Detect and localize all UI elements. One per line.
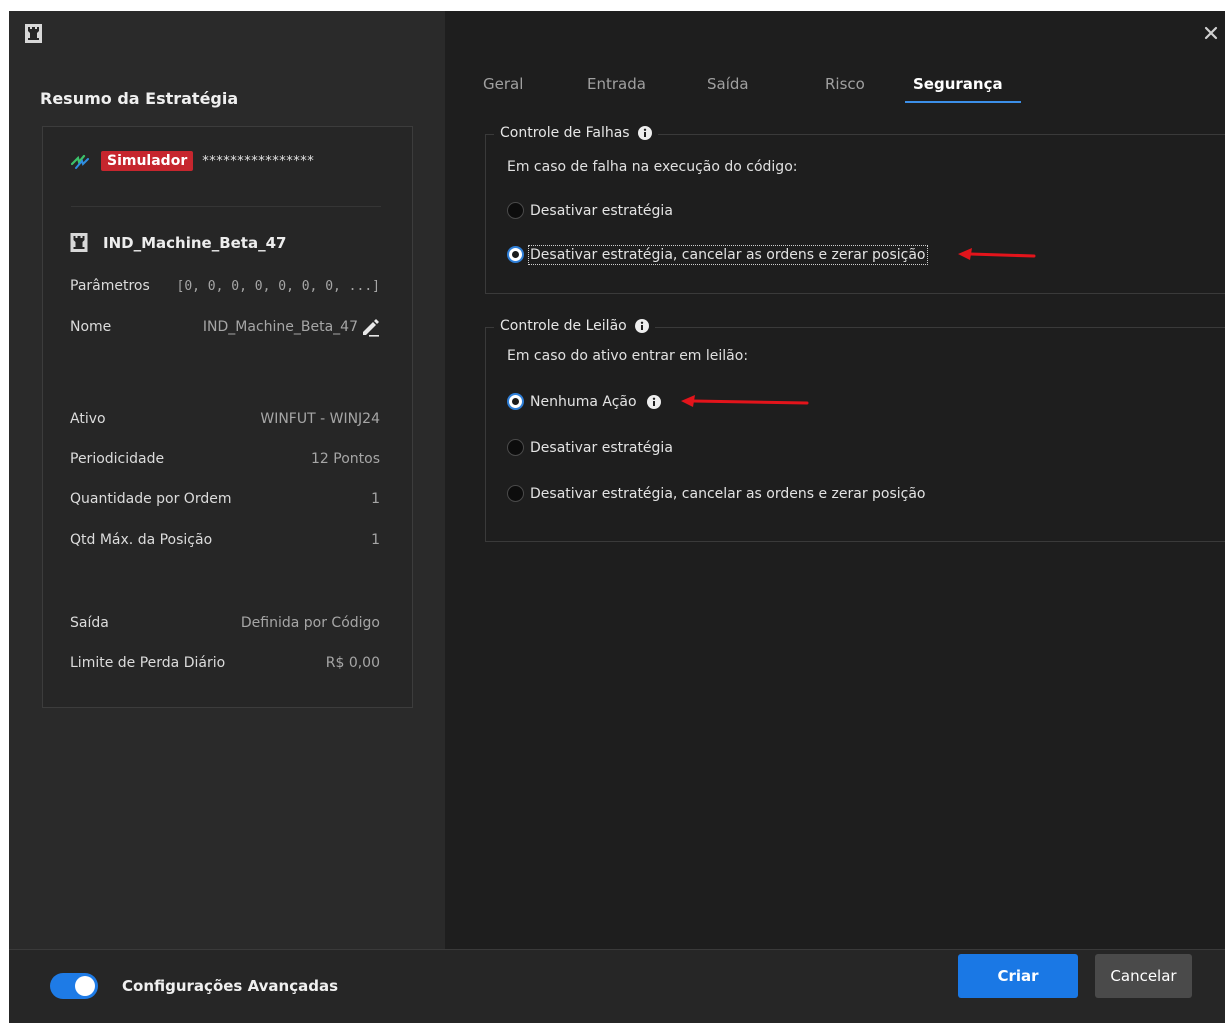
leilao-description: Em caso do ativo entrar em leilão: — [507, 348, 749, 364]
info-icon[interactable] — [637, 126, 652, 140]
strategy-dialog: Resumo da Estratégia Simulador *********… — [9, 11, 1225, 1023]
radio-label: Nenhuma Ação — [530, 393, 637, 410]
radio-label: Desativar estratégia — [530, 439, 673, 456]
row-label: Quantidade por Ordem — [70, 491, 232, 507]
tab-seguranca[interactable]: Segurança — [913, 75, 1003, 93]
radio-button-checked[interactable] — [507, 393, 524, 410]
toggle-knob — [75, 976, 95, 996]
radio-button-checked[interactable] — [507, 246, 524, 263]
radio-button[interactable] — [507, 202, 524, 219]
strategy-name: IND_Machine_Beta_47 — [103, 233, 287, 252]
divider — [71, 206, 381, 207]
radio-button[interactable] — [507, 485, 524, 502]
row-label: Limite de Perda Diário — [70, 655, 226, 671]
simulator-badge: Simulador — [101, 151, 194, 171]
rook-icon — [25, 24, 42, 43]
settings-panel: Geral Entrada Saída Risco Segurança Cont… — [445, 11, 1225, 949]
strategy-row: IND_Machine_Beta_47 — [70, 233, 286, 252]
leilao-group-title: Controle de Leilão — [494, 318, 655, 334]
summary-row-ativo: Ativo WINFUT - WINJ24 — [70, 411, 380, 427]
falhas-title-text: Controle de Falhas — [500, 125, 630, 141]
create-button[interactable]: Criar — [958, 954, 1078, 998]
falhas-description: Em caso de falha na execução do código: — [507, 159, 798, 175]
connection-status-icon — [71, 154, 89, 169]
row-value: IND_Machine_Beta_47 — [202, 319, 358, 335]
row-label: Qtd Máx. da Posição — [70, 532, 213, 548]
edit-pencil-icon[interactable] — [360, 317, 380, 337]
row-value: [0, 0, 0, 0, 0, 0, 0, ...] — [176, 278, 381, 294]
summary-row-qtd-max: Qtd Máx. da Posição 1 — [70, 532, 380, 548]
row-value: 1 — [371, 532, 380, 548]
summary-card: Simulador **************** IND_Machine_B… — [42, 126, 413, 708]
strategy-summary-panel: Resumo da Estratégia Simulador *********… — [9, 11, 445, 949]
annotation-arrow-icon — [957, 247, 1035, 260]
tab-entrada[interactable]: Entrada — [587, 75, 646, 93]
radio-label: Desativar estratégia — [530, 202, 673, 219]
row-label: Parâmetros — [70, 278, 150, 294]
leilao-option-desativar[interactable]: Desativar estratégia — [507, 439, 673, 456]
radio-label: Desativar estratégia, cancelar as ordens… — [530, 485, 926, 502]
dialog-footer: Configurações Avançadas Criar Cancelar — [9, 949, 1225, 1023]
radio-button[interactable] — [507, 439, 524, 456]
row-value: 12 Pontos — [311, 451, 380, 467]
advanced-settings-toggle[interactable] — [50, 973, 98, 999]
advanced-settings-label: Configurações Avançadas — [122, 977, 339, 995]
tab-risco[interactable]: Risco — [825, 75, 865, 93]
summary-row-nome[interactable]: Nome IND_Machine_Beta_47 — [70, 317, 380, 337]
falhas-option-desativar[interactable]: Desativar estratégia — [507, 202, 673, 219]
rook-icon — [70, 233, 88, 252]
summary-row-parametros: Parâmetros [0, 0, 0, 0, 0, 0, 0, ...] — [70, 278, 380, 294]
leilao-option-nenhuma[interactable]: Nenhuma Ação — [507, 393, 809, 410]
leilao-option-desativar-cancelar-zerar[interactable]: Desativar estratégia, cancelar as ordens… — [507, 485, 926, 502]
row-value: Definida por Código — [240, 615, 380, 631]
connection-row: Simulador **************** — [71, 151, 314, 171]
row-value: 1 — [371, 491, 380, 507]
tab-saida[interactable]: Saída — [707, 75, 749, 93]
masked-account: **************** — [202, 153, 315, 169]
row-value: R$ 0,00 — [325, 655, 380, 671]
falhas-group-title: Controle de Falhas — [494, 125, 658, 141]
leilao-title-text: Controle de Leilão — [500, 318, 627, 334]
row-value: WINFUT - WINJ24 — [260, 411, 380, 427]
falhas-group: Controle de Falhas Em caso de falha na e… — [485, 125, 1225, 294]
annotation-arrow-icon — [680, 394, 809, 407]
row-label: Saída — [70, 615, 109, 631]
summary-row-periodicidade: Periodicidade 12 Pontos — [70, 451, 380, 467]
active-tab-indicator — [905, 101, 1021, 103]
close-icon[interactable] — [1201, 23, 1221, 43]
radio-label: Desativar estratégia, cancelar as ordens… — [528, 244, 928, 265]
cancel-button[interactable]: Cancelar — [1095, 954, 1192, 998]
summary-row-saida: Saída Definida por Código — [70, 615, 380, 631]
leilao-group: Controle de Leilão Em caso do ativo entr… — [485, 318, 1225, 542]
summary-row-limite-perda: Limite de Perda Diário R$ 0,00 — [70, 655, 380, 671]
row-label: Nome — [70, 319, 112, 335]
row-label: Periodicidade — [70, 451, 165, 467]
info-icon[interactable] — [634, 319, 649, 333]
tab-geral[interactable]: Geral — [483, 75, 523, 93]
falhas-option-desativar-cancelar-zerar[interactable]: Desativar estratégia, cancelar as ordens… — [507, 244, 1036, 265]
info-icon[interactable] — [646, 394, 661, 409]
summary-title: Resumo da Estratégia — [40, 89, 239, 108]
summary-row-quantidade: Quantidade por Ordem 1 — [70, 491, 380, 507]
row-label: Ativo — [70, 411, 106, 427]
